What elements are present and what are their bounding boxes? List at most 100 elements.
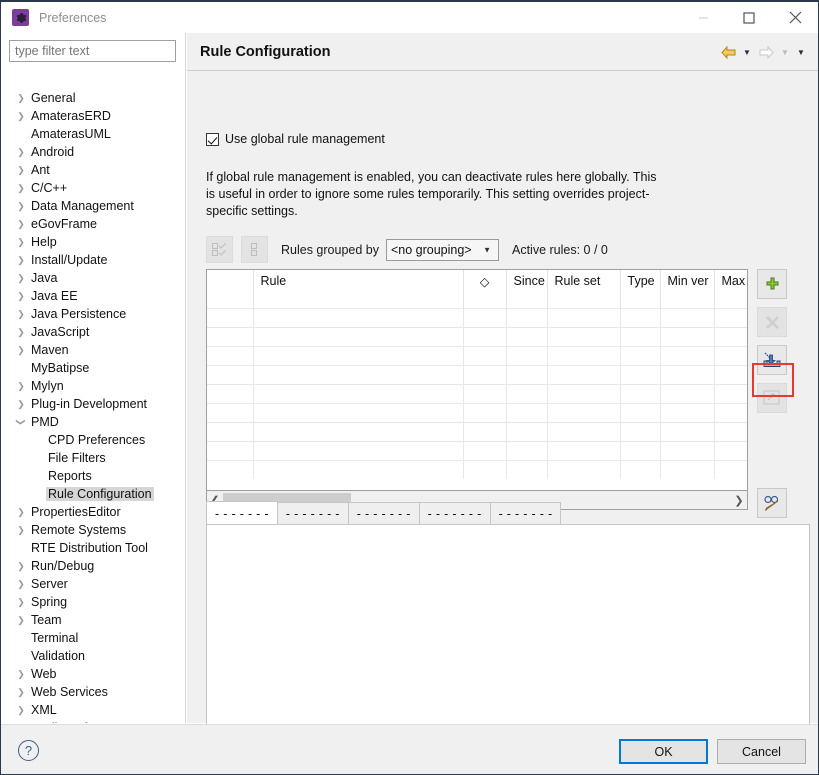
sidebar-item-amateraserd[interactable]: ❯AmaterasERD xyxy=(1,107,185,125)
sidebar-item-c-c[interactable]: ❯C/C++ xyxy=(1,179,185,197)
filter-input[interactable] xyxy=(9,40,176,62)
sidebar-item-rule-configuration[interactable]: Rule Configuration xyxy=(1,485,185,503)
detail-tab-3[interactable]: - - - - - - - xyxy=(419,502,491,525)
question-mark-icon[interactable]: ? xyxy=(18,740,39,761)
chevron-right-icon[interactable]: ❯ xyxy=(13,683,29,701)
rules-table-column-header[interactable]: Type xyxy=(620,270,660,308)
table-row[interactable] xyxy=(207,403,748,422)
chevron-right-icon[interactable]: ❯ xyxy=(13,323,29,341)
sidebar-item-java-ee[interactable]: ❯Java EE xyxy=(1,287,185,305)
detail-tab-1[interactable]: - - - - - - - xyxy=(277,502,349,525)
sidebar-item-help[interactable]: ❯Help xyxy=(1,233,185,251)
sidebar-item-javascript[interactable]: ❯JavaScript xyxy=(1,323,185,341)
detail-tab-4[interactable]: - - - - - - - xyxy=(490,502,562,525)
chevron-right-icon[interactable]: ❯ xyxy=(13,107,29,125)
sidebar-item-install-update[interactable]: ❯Install/Update xyxy=(1,251,185,269)
table-row[interactable] xyxy=(207,384,748,403)
rules-table-container[interactable]: Rule◇SinceRule setTypeMin verMax xyxy=(206,269,748,491)
chevron-right-icon[interactable]: ❯ xyxy=(13,557,29,575)
sidebar-item-run-debug[interactable]: ❯Run/Debug xyxy=(1,557,185,575)
chevron-right-icon[interactable]: ❯ xyxy=(13,341,29,359)
table-row[interactable] xyxy=(207,460,748,479)
sidebar-item-reports[interactable]: Reports xyxy=(1,467,185,485)
cancel-button[interactable]: Cancel xyxy=(717,739,806,764)
chevron-right-icon[interactable]: ❯ xyxy=(13,593,29,611)
deselect-all-list-icon[interactable] xyxy=(241,236,268,263)
rules-grouped-by-select[interactable]: <no grouping> ▼ xyxy=(386,239,499,261)
sidebar-item-mylyn[interactable]: ❯Mylyn xyxy=(1,377,185,395)
sidebar-item-general[interactable]: ❯General xyxy=(1,89,185,107)
chevron-right-icon[interactable]: ❯ xyxy=(13,251,29,269)
sidebar-item-pmd[interactable]: ❯PMD xyxy=(1,413,185,431)
back-menu-chevron-down-icon[interactable]: ▼ xyxy=(739,42,755,62)
chevron-right-icon[interactable]: ❯ xyxy=(13,377,29,395)
detail-tab-0[interactable]: - - - - - - - xyxy=(206,501,278,525)
use-global-rule-management-row[interactable]: Use global rule management xyxy=(206,132,385,146)
import-ruleset-button[interactable] xyxy=(757,345,787,375)
sidebar-item-server[interactable]: ❯Server xyxy=(1,575,185,593)
rules-table-column-header[interactable]: Rule set xyxy=(547,270,620,308)
rules-table-column-header[interactable]: ◇ xyxy=(463,270,506,308)
chevron-down-icon[interactable]: ❯ xyxy=(12,414,30,430)
rules-table-column-header[interactable]: Max xyxy=(714,270,748,308)
use-global-rule-management-checkbox[interactable] xyxy=(206,133,219,146)
sidebar-item-data-management[interactable]: ❯Data Management xyxy=(1,197,185,215)
sidebar-item-cpd-preferences[interactable]: CPD Preferences xyxy=(1,431,185,449)
sidebar-item-terminal[interactable]: Terminal xyxy=(1,629,185,647)
sidebar-item-java[interactable]: ❯Java xyxy=(1,269,185,287)
chevron-right-icon[interactable]: ❯ xyxy=(13,215,29,233)
rules-table-column-header[interactable]: Rule xyxy=(253,270,463,308)
chevron-right-icon[interactable]: ❯ xyxy=(13,575,29,593)
ok-button[interactable]: OK xyxy=(619,739,708,764)
chevron-right-icon[interactable]: ❯ xyxy=(13,701,29,719)
sidebar-item-mybatipse[interactable]: MyBatipse xyxy=(1,359,185,377)
maximize-button[interactable] xyxy=(726,2,772,33)
sidebar-item-rte-distribution-tool[interactable]: RTE Distribution Tool xyxy=(1,539,185,557)
sidebar-item-xml[interactable]: ❯XML xyxy=(1,701,185,719)
chevron-right-icon[interactable]: ❯ xyxy=(13,305,29,323)
chevron-right-icon[interactable]: ❯ xyxy=(13,161,29,179)
page-menu-chevron-down-icon[interactable]: ▼ xyxy=(793,42,809,62)
table-row[interactable] xyxy=(207,327,748,346)
chevron-right-icon[interactable]: ❯ xyxy=(13,719,29,723)
chevron-right-icon[interactable]: ❯ xyxy=(13,503,29,521)
sidebar-item-amaterasuml[interactable]: AmaterasUML xyxy=(1,125,185,143)
close-button[interactable] xyxy=(772,2,818,33)
sidebar-item-team[interactable]: ❯Team xyxy=(1,611,185,629)
chevron-right-icon[interactable]: ❯ xyxy=(13,269,29,287)
sidebar-item-egovframe[interactable]: ❯eGovFrame xyxy=(1,215,185,233)
select-all-checkbox-list-icon[interactable] xyxy=(206,236,233,263)
chevron-right-icon[interactable]: ❯ xyxy=(13,665,29,683)
table-row[interactable] xyxy=(207,365,748,384)
minimize-button[interactable] xyxy=(680,2,726,33)
sidebar-item-file-filters[interactable]: File Filters xyxy=(1,449,185,467)
chevron-right-icon[interactable]: ❯ xyxy=(13,89,29,107)
chevron-right-icon[interactable]: ❯ xyxy=(13,143,29,161)
sidebar-item-spring[interactable]: ❯Spring xyxy=(1,593,185,611)
preferences-tree[interactable]: ❯General❯AmaterasERDAmaterasUML❯Android❯… xyxy=(1,89,185,723)
rules-table-column-header[interactable]: Since xyxy=(506,270,547,308)
sidebar-item-yedit-preferences[interactable]: ❯YEdit Preferences xyxy=(1,719,185,723)
chevron-right-icon[interactable]: ❯ xyxy=(13,395,29,413)
sidebar-item-maven[interactable]: ❯Maven xyxy=(1,341,185,359)
sidebar-item-java-persistence[interactable]: ❯Java Persistence xyxy=(1,305,185,323)
table-row[interactable] xyxy=(207,441,748,460)
back-arrow-icon[interactable] xyxy=(717,42,739,62)
rules-table-column-header[interactable] xyxy=(207,270,253,308)
detail-tab-2[interactable]: - - - - - - - xyxy=(348,502,420,525)
chevron-right-icon[interactable]: ❯ xyxy=(13,611,29,629)
chevron-right-icon[interactable]: ❯ xyxy=(13,197,29,215)
table-row[interactable] xyxy=(207,346,748,365)
sidebar-item-ant[interactable]: ❯Ant xyxy=(1,161,185,179)
sidebar-item-propertieseditor[interactable]: ❯PropertiesEditor xyxy=(1,503,185,521)
sidebar-item-remote-systems[interactable]: ❯Remote Systems xyxy=(1,521,185,539)
add-rule-button[interactable] xyxy=(757,269,787,299)
sidebar-item-android[interactable]: ❯Android xyxy=(1,143,185,161)
table-row[interactable] xyxy=(207,308,748,327)
chevron-right-icon[interactable]: ❯ xyxy=(13,521,29,539)
table-row[interactable] xyxy=(207,422,748,441)
sidebar-item-plug-in-development[interactable]: ❯Plug-in Development xyxy=(1,395,185,413)
chevron-right-icon[interactable]: ❯ xyxy=(13,233,29,251)
rules-table-column-header[interactable]: Min ver xyxy=(660,270,714,308)
chevron-right-icon[interactable]: ❯ xyxy=(13,179,29,197)
